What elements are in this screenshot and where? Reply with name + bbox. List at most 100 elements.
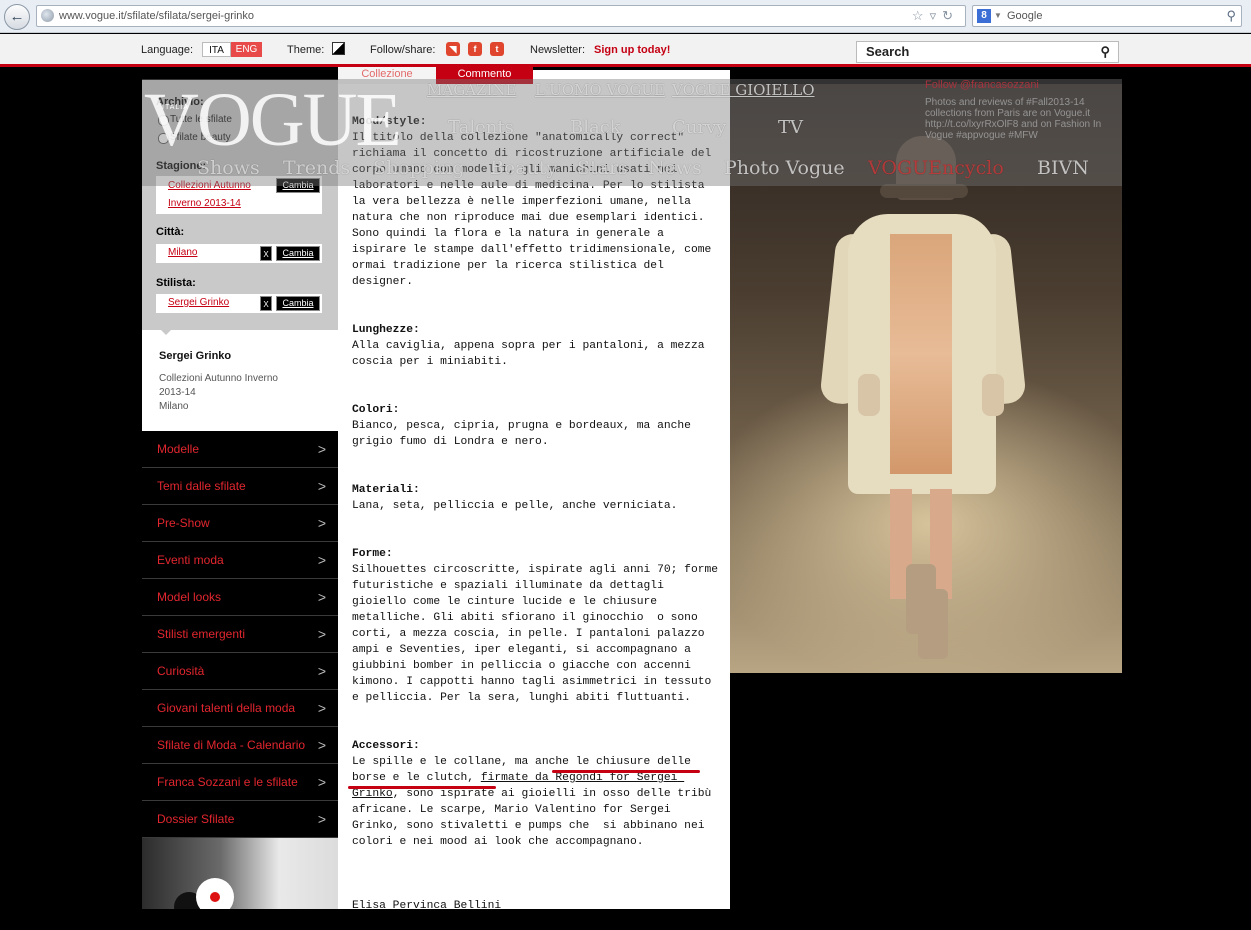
city-label: Città: (156, 226, 185, 238)
filters-panel: Archivio: Tutte le sfilate Sfilate beaut… (142, 80, 338, 330)
clear-city-button[interactable]: X (260, 246, 272, 261)
colors-text: Bianco, pesca, cipria, prugna e bordeaux… (352, 420, 698, 448)
season-field: Collezioni Autunno Inverno 2013-14 Cambi… (156, 176, 322, 214)
menu-item-eventi[interactable]: Eventi moda > (142, 542, 338, 579)
menu-item-giovani-talenti[interactable]: Giovani talenti della moda > (142, 690, 338, 727)
browser-search-field[interactable]: 8 ▼ Google ⚲ (972, 5, 1242, 27)
chevron-right-icon: > (317, 552, 326, 568)
nav-bivn[interactable]: BIVN (1037, 157, 1089, 179)
menu-item-temi[interactable]: Temi dalle sfilate > (142, 468, 338, 505)
nav-uomo-vogue[interactable]: L'UOMO VOGUE (535, 81, 665, 99)
menu-item-calendario[interactable]: Sfilate di Moda - Calendario > (142, 727, 338, 764)
change-designer-button[interactable]: Cambia (276, 296, 320, 311)
nav-talents[interactable]: Talents (448, 117, 514, 138)
search-icon[interactable]: ⚲ (1226, 6, 1236, 26)
accessories-section: Accessori: Le spille e le collane, ma an… (352, 738, 722, 850)
designer-summary: Sergei Grinko Collezioni Autunno Inverno… (142, 329, 338, 431)
designer-field: Sergei Grinko X Cambia (156, 294, 322, 313)
red-underline-2 (348, 786, 496, 789)
site-search-input[interactable]: Search ⚲ (856, 41, 1119, 63)
colors-title: Colori: (352, 404, 400, 416)
thumbnail-image[interactable] (142, 838, 338, 909)
facebook-icon[interactable]: f (468, 42, 482, 56)
menu-item-dossier[interactable]: Dossier Sfilate > (142, 801, 338, 838)
language-label: Language: (141, 44, 193, 56)
clear-designer-button[interactable]: X (260, 296, 272, 311)
nav-news[interactable]: News (648, 157, 702, 179)
chevron-right-icon: > (317, 811, 326, 827)
menu-item-curiosita[interactable]: Curiosità > (142, 653, 338, 690)
flower-center (210, 892, 220, 902)
article-author: Elisa Pervinca Bellini (352, 900, 502, 912)
materials-section: Materiali: Lana, seta, pelliccia e pelle… (352, 482, 722, 514)
nav-trends[interactable]: Trends (283, 157, 350, 179)
menu-item-label: Sfilate di Moda - Calendario (157, 738, 306, 752)
season-link-2[interactable]: Inverno 2013-14 (168, 198, 241, 209)
city-field: Milano X Cambia (156, 244, 322, 263)
bookmark-star-icon[interactable]: ☆▿↻ (912, 6, 959, 26)
nav-black[interactable]: Black (570, 117, 621, 138)
accessories-text-b: , sono ispirate ai gioielli in osso dell… (352, 788, 719, 848)
materials-text: Lana, seta, pelliccia e pelle, anche ver… (352, 500, 678, 512)
nav-curvy[interactable]: Curvy (672, 117, 726, 138)
accessories-title: Accessori: (352, 740, 420, 752)
mood-title: Mood/style: (352, 116, 427, 128)
nav-magazine[interactable]: MAGAZINE (427, 81, 516, 99)
back-button[interactable]: ← (4, 4, 30, 30)
menu-item-pre-show[interactable]: Pre-Show > (142, 505, 338, 542)
archive-label: Archivio: (156, 96, 204, 108)
twitter-widget: Follow @francasozzani Photos and reviews… (925, 80, 1120, 142)
chevron-right-icon: > (317, 478, 326, 494)
change-city-button[interactable]: Cambia (276, 246, 320, 261)
radio-all-shows[interactable]: Tutte le sfilate (158, 114, 232, 126)
nav-shows[interactable]: Shows (197, 157, 260, 179)
chevron-down-icon[interactable]: ▼ (994, 6, 1002, 26)
menu-item-label: Giovani talenti della moda (157, 701, 296, 715)
length-section: Lunghezze: Alla caviglia, appena sopra p… (352, 322, 722, 370)
twitter-handle-link[interactable]: Follow @francasozzani (925, 80, 1120, 91)
tweet-text: Photos and reviews of #Fall2013-14 colle… (925, 97, 1102, 141)
google-icon[interactable]: 8 (977, 9, 991, 23)
length-title: Lunghezze: (352, 324, 420, 336)
nav-tv[interactable]: TV (778, 117, 803, 138)
mood-text: Il titolo della collezione "anatomically… (352, 132, 719, 288)
menu-item-stilisti[interactable]: Stilisti emergenti > (142, 616, 338, 653)
model-boot-right (918, 589, 948, 659)
search-icon[interactable]: ⚲ (1100, 42, 1110, 62)
city-link[interactable]: Milano (168, 247, 197, 258)
model-glove-left (858, 374, 880, 416)
collection-city: Milano (159, 401, 189, 412)
menu-item-modelle[interactable]: Modelle > (142, 431, 338, 468)
lang-ita-button[interactable]: ITA (202, 42, 231, 57)
theme-label: Theme: (287, 44, 325, 56)
notch-decoration (160, 329, 172, 335)
nav-vogue-gioiello[interactable]: VOGUE GIOIELLO (672, 81, 815, 99)
newsletter-label: Newsletter: (530, 44, 586, 56)
nav-voguencyclo[interactable]: VOGUEncyclo (868, 157, 1004, 179)
chevron-right-icon: > (317, 700, 326, 716)
lang-eng-button[interactable]: ENG (231, 42, 262, 57)
change-season-button[interactable]: Cambia (276, 178, 320, 193)
rss-icon[interactable]: ◥ (446, 42, 460, 56)
radio-beauty-shows[interactable]: Sfilate beauty (158, 132, 231, 144)
twitter-icon[interactable]: t (490, 42, 504, 56)
nav-stars[interactable]: Stars (577, 157, 628, 179)
shapes-section: Forme: Silhouettes circoscritte, ispirat… (352, 546, 722, 706)
designer-link[interactable]: Sergei Grinko (168, 297, 229, 308)
chevron-right-icon: > (317, 774, 326, 790)
nav-shopping[interactable]: Shopping (373, 157, 465, 179)
address-bar[interactable]: www.vogue.it/sfilate/sfilata/sergei-grin… (36, 5, 966, 27)
nav-beauty[interactable]: Beauty (490, 157, 557, 179)
model-glove-right (982, 374, 1004, 416)
nav-photo-vogue[interactable]: Photo Vogue (724, 157, 845, 179)
signup-link[interactable]: Sign up today! (594, 44, 670, 56)
menu-item-label: Franca Sozzani e le sfilate (157, 775, 298, 789)
season-link-1[interactable]: Collezioni Autunno (168, 180, 251, 191)
globe-icon (41, 9, 54, 22)
coat-print-panel (890, 234, 952, 474)
designer-name: Sergei Grinko (159, 350, 232, 362)
theme-toggle-icon[interactable] (332, 42, 345, 55)
menu-item-franca-sozzani[interactable]: Franca Sozzani e le sfilate > (142, 764, 338, 801)
tab-collezione[interactable]: Collezione (338, 67, 436, 84)
menu-item-model-looks[interactable]: Model looks > (142, 579, 338, 616)
